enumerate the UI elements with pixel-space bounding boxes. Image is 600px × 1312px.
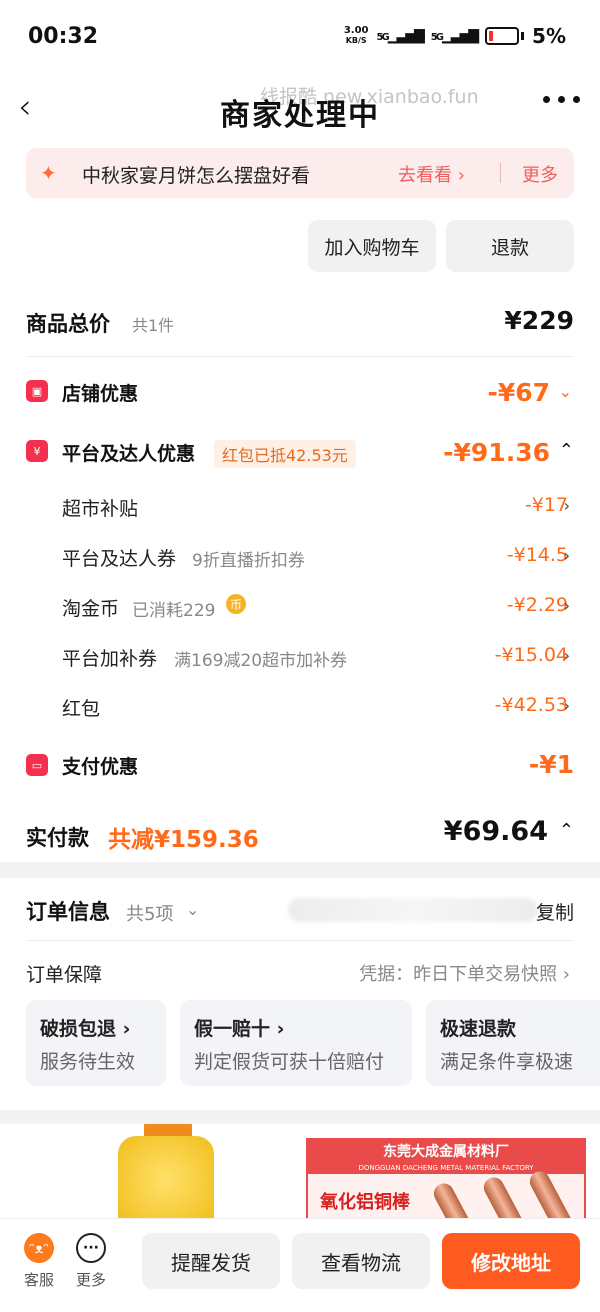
chevron-right-icon[interactable]: ›	[564, 596, 570, 615]
snapshot-link[interactable]: 凭据：昨日下单交易快照 ›	[359, 960, 570, 986]
chevron-right-icon[interactable]: ›	[564, 546, 570, 565]
refund-button[interactable]: 退款	[446, 220, 574, 272]
order-info-count[interactable]: 共5项	[126, 900, 173, 926]
discount-item-label: 淘金币	[62, 598, 120, 620]
copper-rod-image	[430, 1179, 486, 1222]
net-speed: 3.00 KB/S	[343, 25, 369, 46]
discount-item-note: 已消耗229	[132, 601, 216, 621]
total-saved: 共减¥159.36	[108, 827, 259, 853]
order-info-title: 订单信息	[26, 900, 110, 924]
order-number-blurred	[288, 898, 538, 922]
total-count: 共1件	[132, 316, 175, 335]
promo-more-link[interactable]: 更多	[522, 161, 558, 187]
guarantee-card-sub: 满足条件享极速	[440, 1051, 574, 1073]
promo-banner[interactable]: ✦ 中秋家宴月饼怎么摆盘好看 去看看 › 更多	[26, 148, 574, 198]
status-time: 00:32	[28, 24, 99, 49]
chevron-right-icon[interactable]: ›	[564, 696, 570, 715]
pay-discount-value: -¥1	[528, 750, 574, 779]
oil-bottle-image[interactable]	[118, 1136, 214, 1222]
discount-item-label: 平台及达人券	[62, 548, 177, 570]
discount-item-value[interactable]: -¥2.29	[507, 594, 568, 616]
copy-button[interactable]: 复制	[536, 898, 574, 925]
service-avatar-icon: ᵔᴥᵔ	[24, 1233, 54, 1263]
total-label: 商品总价	[26, 312, 110, 336]
guarantee-card[interactable]: 极速退款 满足条件享极速	[426, 1000, 600, 1086]
more-options-icon[interactable]	[543, 96, 580, 103]
actual-payment-value[interactable]: ¥69.64	[444, 816, 548, 847]
chevron-right-icon[interactable]: ›	[564, 496, 570, 515]
remind-shipping-button[interactable]: 提醒发货	[142, 1233, 280, 1289]
promo-go-link[interactable]: 去看看 ›	[398, 161, 465, 187]
battery-percent: 5%	[532, 24, 566, 48]
promo-text: 中秋家宴月饼怎么摆盘好看	[82, 165, 311, 187]
divider	[26, 356, 574, 357]
discount-item-label: 红包	[62, 698, 101, 720]
guarantee-card[interactable]: 破损包退 › 服务待生效	[26, 1000, 166, 1086]
more-dots-icon: ···	[76, 1233, 106, 1263]
discount-item-label: 超市补贴	[62, 498, 139, 520]
order-info-section: 订单信息 共5项 ⌄ 复制 订单保障 凭据：昨日下单交易快照 › 破损包退 › …	[0, 878, 600, 1110]
guarantee-card-title: 破损包退 ›	[40, 1018, 131, 1040]
copper-rod-image	[480, 1173, 536, 1222]
guarantee-card[interactable]: 假一赔十 › 判定假货可获十倍赔付	[180, 1000, 412, 1086]
ad-product: 氧化铝铜棒	[320, 1192, 410, 1213]
discount-item-label: 平台加补券	[62, 648, 158, 670]
guarantee-card-sub: 判定假货可获十倍赔付	[194, 1051, 385, 1073]
battery-cap	[521, 32, 525, 40]
chevron-right-icon[interactable]: ›	[564, 646, 570, 665]
coupon-icon: ¥	[26, 440, 48, 462]
payment-icon: ▭	[26, 754, 48, 776]
customer-service-button[interactable]: ᵔᴥᵔ 客服	[14, 1233, 64, 1290]
discount-item-note: 9折直播折扣券	[192, 551, 305, 571]
discount-item-note: 满169减20超市加补券	[174, 651, 348, 671]
platform-discount-value[interactable]: -¥91.36	[443, 438, 550, 467]
signal-icon: 5G▁▃▅▇	[430, 28, 479, 44]
discount-item-value[interactable]: -¥17	[525, 494, 568, 516]
store-discount-label: 店铺优惠	[62, 383, 139, 405]
order-detail: ✦ 中秋家宴月饼怎么摆盘好看 去看看 › 更多 加入购物车 退款 商品总价 共1…	[0, 142, 600, 862]
status-bar: 00:32 3.00 KB/S 5G▁▃▅▇ 5G▁▃▅▇ 5%	[0, 0, 600, 72]
sparkle-icon: ✦	[40, 161, 57, 185]
guarantee-card-sub: 服务待生效	[40, 1051, 136, 1073]
ad-company: 东莞大成金属材料厂 DONGGUAN DACHENG METAL MATERIA…	[308, 1140, 584, 1174]
total-value: ¥229	[504, 306, 574, 335]
page-title: 商家处理中	[220, 98, 380, 133]
more-button[interactable]: ··· 更多	[66, 1233, 116, 1290]
store-icon: ▣	[26, 380, 48, 402]
discount-item-value[interactable]: -¥42.53	[495, 694, 568, 716]
chevron-down-icon[interactable]: ⌄	[186, 900, 199, 919]
pay-discount-label: 支付优惠	[62, 756, 139, 778]
chevron-up-icon[interactable]: ⌃	[559, 440, 574, 461]
signal-icon: 5G▁▃▅▇	[376, 28, 425, 44]
store-discount-value[interactable]: -¥67	[487, 378, 550, 407]
service-label: 客服	[23, 1271, 54, 1289]
bottom-bar: ᵔᴥᵔ 客服 ··· 更多 提醒发货 查看物流 修改地址	[0, 1218, 600, 1312]
guarantee-card-title: 极速退款	[440, 1018, 517, 1040]
ad-card[interactable]: 东莞大成金属材料厂 DONGGUAN DACHENG METAL MATERIA…	[306, 1138, 586, 1222]
platform-discount-label: 平台及达人优惠	[62, 443, 196, 465]
discount-item-value[interactable]: -¥14.5	[507, 544, 568, 566]
battery-icon	[485, 27, 520, 45]
copper-rod-image	[526, 1167, 582, 1222]
more-label: 更多	[75, 1271, 106, 1289]
top-nav: ‹ 线报酷 new.xianbao.fun 商家处理中	[0, 72, 600, 142]
actual-payment-label: 实付款	[26, 826, 89, 850]
view-logistics-button[interactable]: 查看物流	[292, 1233, 430, 1289]
divider	[26, 940, 574, 941]
recommendation-strip: 东莞大成金属材料厂 DONGGUAN DACHENG METAL MATERIA…	[0, 1124, 600, 1222]
guarantee-card-title: 假一赔十 ›	[194, 1018, 285, 1040]
status-indicators: 3.00 KB/S 5G▁▃▅▇ 5G▁▃▅▇ 5%	[344, 24, 566, 48]
gold-coin-icon: 币	[226, 594, 246, 614]
change-address-button[interactable]: 修改地址	[442, 1233, 580, 1289]
add-to-cart-button[interactable]: 加入购物车	[308, 220, 436, 272]
chevron-down-icon[interactable]: ⌄	[559, 382, 572, 401]
guarantee-title: 订单保障	[26, 964, 103, 986]
promo-divider	[500, 163, 501, 183]
red-packet-tag: 红包已抵42.53元	[214, 440, 356, 468]
chevron-up-icon[interactable]: ⌃	[559, 820, 574, 841]
discount-item-value[interactable]: -¥15.04	[495, 644, 568, 666]
